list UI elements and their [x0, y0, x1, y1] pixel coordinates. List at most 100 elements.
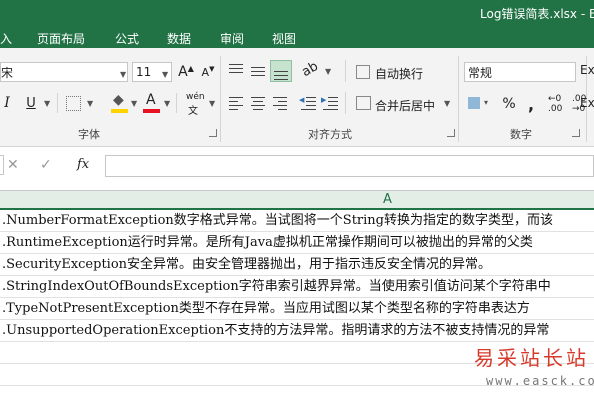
divider [176, 93, 177, 113]
grow-font-button[interactable]: A ▲ [177, 62, 195, 82]
comma-icon: , [527, 94, 535, 114]
arrow-left-icon: ◀ [299, 96, 305, 104]
alignment-dialog-launcher-icon[interactable] [447, 129, 455, 137]
table-row[interactable]: .TypeNotPresentException类型不存在异常。当应用试图以某个… [0, 298, 594, 320]
merge-center-icon [356, 96, 371, 110]
font-color-dropdown-icon[interactable]: ▼ [164, 99, 170, 108]
comma-button[interactable]: , [524, 94, 538, 114]
table-row[interactable]: .NumberFormatException数字格式异常。当试图将一个Strin… [0, 210, 594, 232]
cell-a-text: .StringIndexOutOfBoundsException字符串索引越界异… [2, 279, 551, 294]
italic-button[interactable]: I [0, 92, 14, 114]
align-right-button[interactable] [270, 92, 290, 114]
column-header-row: A [0, 190, 594, 210]
table-row[interactable]: .SecurityException安全异常。由安全管理器抛出，用于指示违反安全… [0, 254, 594, 276]
currency-dropdown-icon: ▾ [484, 98, 489, 107]
cell-a-text: .UnsupportedOperationException不支持的方法异常。指… [2, 323, 550, 338]
align-left-button[interactable] [226, 92, 246, 114]
fill-color-swatch [111, 109, 128, 113]
title-bar: Log错误简表.xlsx - Exc [0, 0, 594, 26]
next-group-button[interactable]: Exc [580, 63, 594, 77]
font-color-button[interactable]: A [142, 92, 162, 114]
column-header-a[interactable]: A [383, 192, 392, 207]
fill-color-button[interactable]: ◆ [110, 92, 130, 114]
increase-indent-button[interactable]: ▶ [320, 92, 340, 114]
cancel-icon[interactable]: ✕ [7, 157, 19, 173]
font-size-dropdown-icon[interactable]: ▼ [162, 66, 168, 80]
tab-view[interactable]: 视图 [272, 30, 296, 47]
font-name-combo[interactable]: 宋 [0, 62, 128, 82]
watermark-url: www.easck.com [486, 374, 594, 388]
underline-button[interactable]: U [22, 92, 40, 114]
shrink-font-icon: A [201, 65, 210, 79]
number-format-value: 常规 [468, 65, 493, 80]
enter-icon[interactable]: ✓ [40, 157, 52, 173]
align-bottom-button[interactable] [270, 60, 292, 82]
tab-page-layout[interactable]: 页面布局 [37, 30, 85, 47]
currency-button[interactable]: ▾ [466, 94, 492, 114]
percent-icon: % [502, 96, 516, 112]
table-row[interactable]: .StringIndexOutOfBoundsException字符串索引越界异… [0, 276, 594, 298]
next-group-button-2[interactable]: Exc [580, 96, 594, 110]
font-color-swatch [143, 109, 160, 113]
grow-font-icon: A [178, 64, 188, 80]
font-dialog-launcher-icon[interactable] [209, 129, 217, 137]
tab-data[interactable]: 数据 [167, 30, 191, 47]
tab-review[interactable]: 审阅 [220, 30, 244, 47]
phonetic-icon: wén [186, 92, 205, 102]
divider [345, 92, 346, 114]
currency-icon [468, 97, 480, 109]
border-dropdown-icon[interactable]: ▼ [87, 99, 93, 108]
divider [345, 60, 346, 82]
arrow-right-icon: ▶ [321, 96, 327, 104]
orientation-button[interactable]: ab [299, 58, 322, 82]
table-row[interactable]: .UnsupportedOperationException不支持的方法异常。指… [0, 320, 594, 342]
worksheet-grid[interactable]: .NumberFormatException数字格式异常。当试图将一个Strin… [0, 210, 594, 400]
table-row[interactable]: .RuntimeException运行时异常。是所有Java虚拟机正常操作期间可… [0, 232, 594, 254]
number-dialog-launcher-icon[interactable] [572, 129, 580, 137]
font-name-dropdown-icon[interactable]: ▼ [120, 66, 126, 80]
group-divider [220, 56, 221, 142]
cell-a-text: .NumberFormatException数字格式异常。当试图将一个Strin… [2, 213, 553, 228]
align-middle-button[interactable] [248, 60, 268, 82]
name-box[interactable] [0, 155, 4, 175]
font-color-icon: A [146, 92, 156, 108]
number-group-label: 数字 [510, 128, 532, 141]
font-size-value: 11 [136, 65, 152, 79]
underline-dropdown-icon[interactable]: ▼ [44, 99, 50, 108]
window-title: Log错误简表.xlsx - Exc [480, 7, 594, 21]
merge-center-label: 合并后居中 [375, 99, 436, 113]
border-icon [66, 96, 81, 111]
tab-insert[interactable]: 入 [0, 30, 12, 47]
watermark-logo-text: 易采站长站 [474, 346, 589, 370]
insert-function-icon[interactable]: fx [77, 157, 89, 172]
shrink-font-button[interactable]: A ▼ [199, 62, 217, 82]
increase-decimal-button[interactable]: ←0.00 [548, 94, 568, 114]
divider [57, 93, 58, 113]
fill-color-dropdown-icon[interactable]: ▼ [131, 99, 137, 108]
percent-button[interactable]: % [500, 94, 518, 114]
merge-center-button[interactable]: 合并后居中 [354, 94, 454, 114]
increase-decimal-icon: ←0.00 [548, 94, 563, 114]
phonetic-glyph: 文 [188, 106, 198, 117]
decrease-indent-button[interactable]: ◀ [298, 92, 318, 114]
formula-input[interactable] [105, 155, 594, 177]
border-button[interactable] [64, 92, 82, 114]
align-center-button[interactable] [248, 92, 268, 114]
number-format-combo[interactable]: 常规 [464, 62, 576, 82]
phonetic-button[interactable]: wén 文 [184, 92, 212, 117]
merge-dropdown-icon[interactable]: ▼ [444, 99, 450, 108]
orientation-dropdown-icon[interactable]: ▼ [325, 67, 331, 76]
group-divider [458, 56, 459, 142]
wrap-text-button[interactable]: 自动换行 [354, 62, 434, 82]
tab-formulas[interactable]: 公式 [115, 30, 139, 47]
phonetic-dropdown-icon[interactable]: ▼ [209, 99, 215, 108]
cell-a-text: .SecurityException安全异常。由安全管理器抛出，用于指示违反安全… [2, 257, 492, 272]
ribbon-tab-bar [0, 26, 594, 48]
align-top-button[interactable] [226, 60, 246, 82]
wrap-text-icon [356, 65, 370, 79]
cell-a-text: .TypeNotPresentException类型不存在异常。当应用试图以某个… [2, 301, 530, 316]
font-group-label: 字体 [78, 128, 100, 141]
orientation-icon: ab [299, 58, 321, 81]
underline-icon: U [26, 95, 36, 111]
wrap-text-label: 自动换行 [375, 67, 424, 81]
